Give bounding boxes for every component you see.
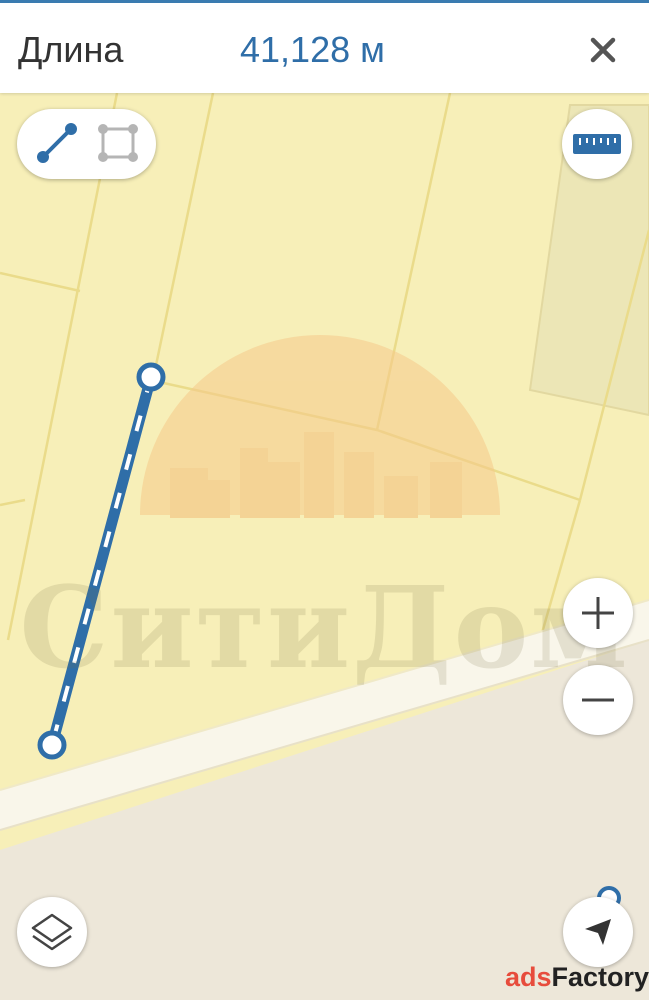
minus-icon: [582, 698, 614, 702]
length-label: Длина: [18, 29, 124, 70]
measure-header: Длина 41,128 м: [0, 0, 649, 93]
watermark-text: СитиДом: [19, 563, 630, 694]
length-value: 41,128 м: [240, 29, 385, 70]
ruler-icon: [573, 134, 621, 154]
compass-button[interactable]: [563, 897, 633, 967]
badge-ads: ads: [505, 962, 552, 992]
layers-icon: [31, 913, 73, 951]
adsfactory-badge: adsFactory: [505, 962, 649, 993]
measure-mode-toggle[interactable]: [17, 109, 156, 179]
compass-icon: [585, 919, 611, 945]
zoom-out-button[interactable]: [563, 665, 633, 735]
map-canvas[interactable]: СитиДом: [0, 93, 649, 1000]
layers-button[interactable]: [17, 897, 87, 967]
line-measure-icon[interactable]: [37, 123, 77, 163]
measure-start-point: [136, 362, 166, 392]
close-button[interactable]: [578, 25, 628, 75]
measure-end-point: [37, 730, 67, 760]
badge-factory: Factory: [551, 962, 649, 992]
plus-icon: [582, 597, 614, 629]
close-icon: [590, 37, 616, 63]
area-measure-icon[interactable]: [98, 124, 138, 162]
zoom-in-button[interactable]: [563, 578, 633, 648]
ruler-button[interactable]: [562, 109, 632, 179]
